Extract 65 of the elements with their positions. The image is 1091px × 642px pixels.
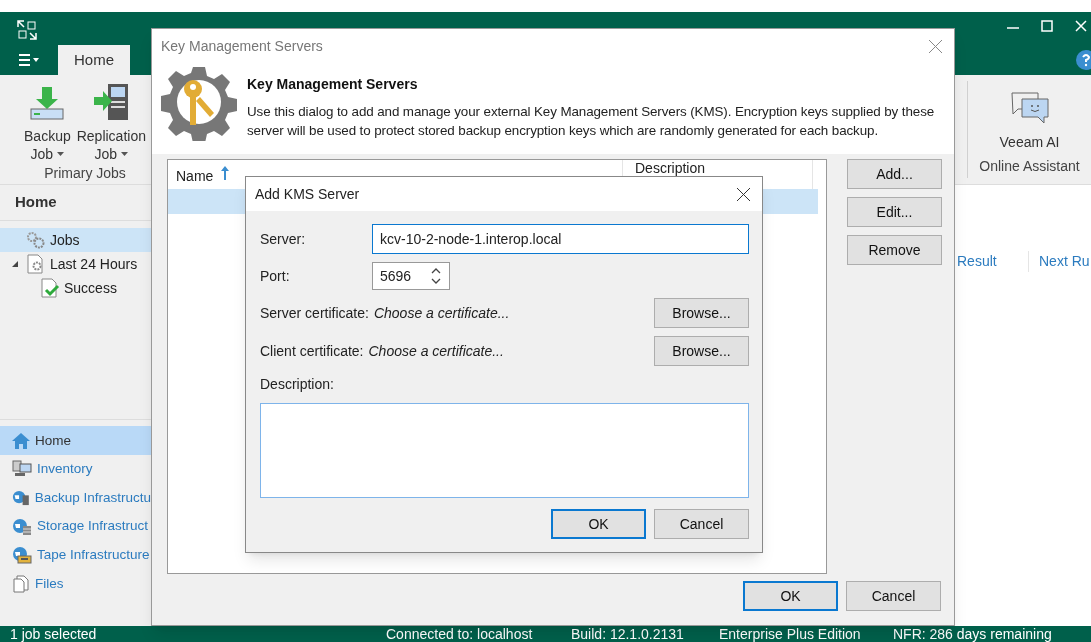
- field-label: Client certificate:: [260, 341, 364, 361]
- spin-field[interactable]: 5696: [372, 262, 450, 290]
- document-gear-icon: [26, 254, 46, 274]
- column-header[interactable]: Result: [957, 251, 1029, 272]
- globe-tape-icon: [12, 546, 32, 565]
- gears-icon: [26, 231, 46, 249]
- caret-icon: [57, 152, 65, 156]
- nav-item[interactable]: Tape Infrastructure: [0, 540, 151, 570]
- browse-button[interactable]: Browse...: [654, 336, 749, 366]
- browse-button[interactable]: Browse...: [654, 298, 749, 328]
- sort-up-icon: [221, 166, 230, 180]
- certificate-value: Choose a certificate...: [368, 341, 505, 361]
- dialog-button[interactable]: Edit...: [847, 197, 942, 227]
- maximize-icon[interactable]: [1041, 20, 1053, 32]
- dialog-button[interactable]: OK: [551, 509, 646, 539]
- status-text: Enterprise Plus Edition: [719, 626, 861, 642]
- dialog-title: Key Management Servers: [161, 36, 323, 56]
- ribbon-button[interactable]: Backup Job: [22, 79, 73, 163]
- ribbon-button[interactable]: Veeam AI: [997, 85, 1062, 156]
- status-text: Build: 12.1.0.2131: [571, 626, 684, 642]
- certificate-value: Choose a certificate...: [373, 303, 511, 323]
- server-arrow-icon: [92, 83, 131, 121]
- dialog-button[interactable]: OK: [743, 581, 838, 611]
- spinner-arrows-icon[interactable]: [430, 266, 442, 286]
- dialog-description: Use this dialog to add and manage your external Key Management Servers (KMS). Encryption keys supplied by these server will be used to protect stored backup encryption keys which are randomly generated for each backup.: [247, 103, 936, 140]
- dialog-button[interactable]: Cancel: [654, 509, 749, 539]
- ribbon-group-label: Primary Jobs: [44, 164, 126, 183]
- home-icon: [12, 432, 30, 449]
- download-drive-icon: [29, 85, 66, 121]
- globe-storage-icon: [12, 517, 32, 536]
- field-label: Port:: [260, 266, 291, 286]
- status-text: Connected to: localhost: [386, 626, 533, 642]
- globe-server-icon: [12, 488, 30, 507]
- document-check-icon: [40, 278, 60, 298]
- field-label: Description:: [260, 375, 335, 394]
- app-logo-icon: [17, 20, 37, 40]
- tree-item[interactable]: Jobs: [0, 228, 151, 252]
- status-text: 1 job selected: [10, 626, 97, 642]
- files-icon: [12, 574, 30, 593]
- status-text: NFR: 286 days remaining: [893, 626, 1052, 642]
- help-icon[interactable]: [1076, 50, 1091, 70]
- computers-icon: [12, 460, 32, 479]
- caret-icon: [121, 152, 129, 156]
- field-label: Server:: [260, 229, 307, 249]
- nav-item[interactable]: Storage Infrastruct: [0, 512, 151, 541]
- nav-item[interactable]: Home: [0, 426, 151, 456]
- menu-icon: [19, 54, 39, 66]
- tree-item[interactable]: Last 24 Hours: [0, 252, 151, 276]
- nav-item[interactable]: Files: [0, 569, 151, 598]
- dialog-button[interactable]: Add...: [847, 159, 942, 189]
- ribbon-group-label: Online Assistant: [979, 157, 1080, 176]
- nav-item[interactable]: Inventory: [0, 455, 151, 484]
- input-field[interactable]: kcv-10-2-node-1.interop.local: [372, 224, 749, 254]
- field-label: Server certificate:: [260, 303, 369, 323]
- column-header[interactable]: Next Ru: [1029, 251, 1091, 272]
- description-field[interactable]: [260, 403, 749, 498]
- ribbon-tab[interactable]: Home: [58, 45, 130, 75]
- tree-item[interactable]: Success: [0, 276, 151, 300]
- close-icon[interactable]: [737, 187, 750, 201]
- nav-item[interactable]: Backup Infrastructu: [0, 483, 151, 513]
- dialog-button[interactable]: Remove: [847, 235, 942, 265]
- dialog-heading: Key Management Servers: [247, 75, 419, 94]
- dialog-button[interactable]: Cancel: [846, 581, 941, 611]
- expanded-arrow-icon[interactable]: [12, 261, 18, 267]
- ribbon-button[interactable]: Replication Job: [74, 79, 148, 163]
